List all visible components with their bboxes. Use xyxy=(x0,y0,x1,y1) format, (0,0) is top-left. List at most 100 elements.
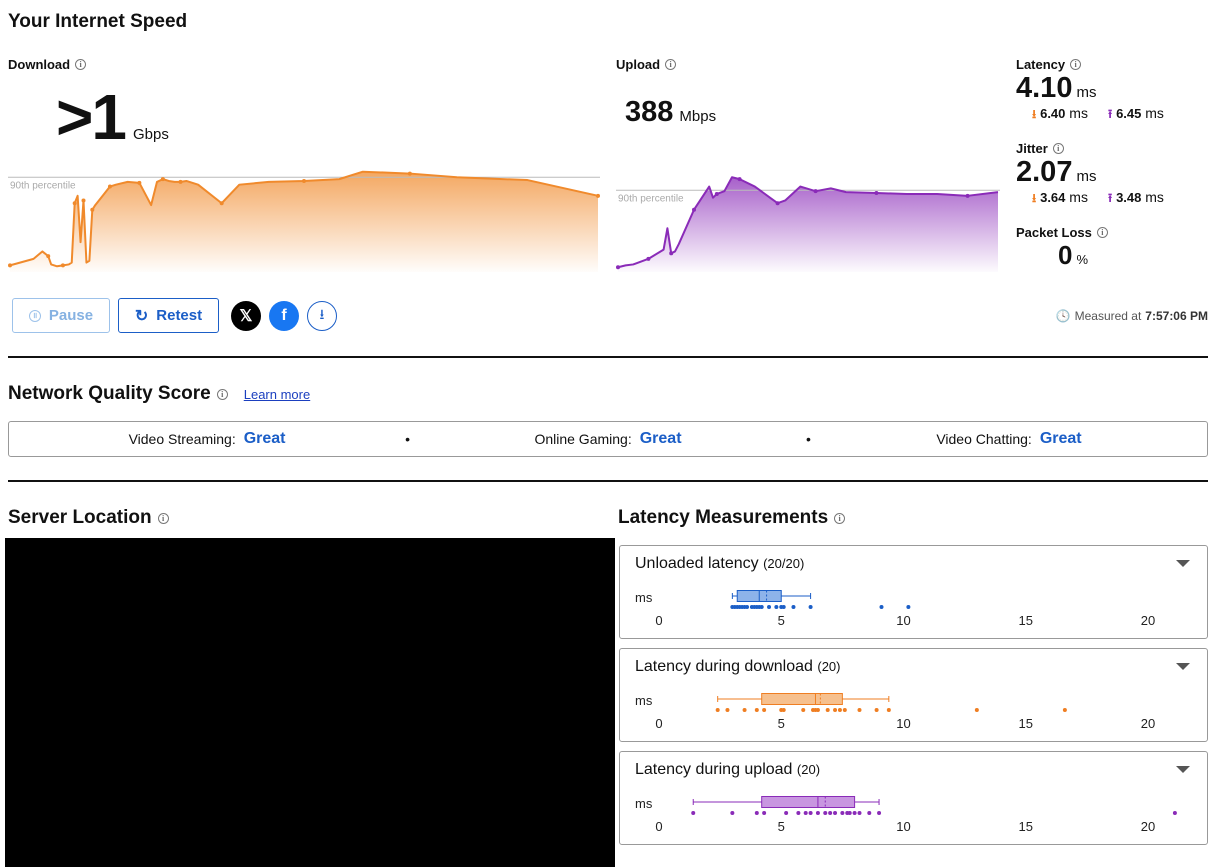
download-results-icon[interactable]: ⭳ xyxy=(307,301,337,331)
data-point xyxy=(1062,708,1067,712)
percentile-label: 90th percentile xyxy=(618,193,684,204)
latency-card-upload[interactable]: Latency during upload (20) ms 0 5 10 15 20 xyxy=(619,751,1208,845)
nqs-label: Video Chatting: xyxy=(936,431,1032,447)
data-point xyxy=(302,178,306,183)
data-point xyxy=(808,811,813,815)
data-point xyxy=(762,811,767,815)
data-point xyxy=(813,189,818,194)
download-arrow-icon: ⭳ xyxy=(1032,191,1037,205)
info-icon[interactable]: i xyxy=(1070,59,1082,70)
jitter-value-row: 2.07 ms xyxy=(1016,156,1164,189)
data-point xyxy=(754,708,759,712)
nqs-score: Great xyxy=(243,430,286,447)
latency-up-unit: ms xyxy=(1145,105,1164,121)
data-point xyxy=(407,171,412,176)
page-title: Your Internet Speed xyxy=(8,11,188,32)
server-location-title: Server Location xyxy=(8,507,152,528)
info-icon[interactable]: i xyxy=(665,59,677,70)
data-point xyxy=(775,201,780,206)
data-point xyxy=(46,254,51,259)
jitter-down: ⭳ 3.64 ms xyxy=(1032,189,1088,210)
nqs-label: Video Streaming: xyxy=(128,431,236,447)
learn-more-link[interactable]: Learn more xyxy=(244,387,310,402)
tick-label: 10 xyxy=(896,716,910,731)
tick-label: 20 xyxy=(1141,716,1155,731)
upload-label: Upload xyxy=(616,57,661,72)
data-point xyxy=(725,708,730,712)
server-location-heading: Server Location i xyxy=(8,507,169,529)
measured-at: 🕓 Measured at 7:57:06 PM xyxy=(1056,309,1208,323)
data-point xyxy=(1172,811,1177,815)
info-icon[interactable]: i xyxy=(1096,227,1108,238)
data-point xyxy=(857,811,862,815)
packet-loss-value-row: 0 % xyxy=(1058,240,1108,271)
data-point xyxy=(754,811,759,815)
divider xyxy=(8,480,1208,482)
data-point xyxy=(828,811,833,815)
data-point xyxy=(714,191,719,196)
data-point xyxy=(837,708,842,712)
data-point xyxy=(60,263,65,268)
server-map[interactable] xyxy=(5,538,615,867)
boxplot: 0 5 10 15 20 xyxy=(655,590,1155,628)
data-point xyxy=(137,180,142,185)
retest-label: Retest xyxy=(156,307,203,324)
jitter-label-row: Jitter i xyxy=(1016,141,1164,156)
data-point xyxy=(596,193,600,198)
tick-label: 15 xyxy=(1019,613,1033,628)
latency-measurements-heading: Latency Measurements i xyxy=(618,507,846,529)
latency-value-row: 4.10 ms xyxy=(1016,72,1164,105)
measured-time: 7:57:06 PM xyxy=(1145,309,1208,323)
data-point xyxy=(874,708,879,712)
upload-value-row: 388 Mbps xyxy=(625,96,716,129)
tick-label: 20 xyxy=(1141,613,1155,628)
info-icon[interactable]: i xyxy=(157,512,169,524)
tick-label: 0 xyxy=(655,819,662,834)
data-point xyxy=(178,179,183,184)
data-point xyxy=(219,201,224,206)
latency-card-download[interactable]: Latency during download (20) ms 0 5 10 15 20 xyxy=(619,648,1208,742)
refresh-icon: ↻ xyxy=(134,307,149,325)
download-label-row: Download i xyxy=(8,57,87,72)
tick-label: 10 xyxy=(896,613,910,628)
latency-down-unit: ms xyxy=(1069,105,1088,121)
latency-value: 4.10 xyxy=(1016,72,1073,104)
retest-button[interactable]: ↻ Retest xyxy=(118,298,219,333)
nqs-label: Online Gaming: xyxy=(534,431,632,447)
data-point xyxy=(742,708,747,712)
data-point xyxy=(737,177,742,182)
info-icon[interactable]: i xyxy=(216,388,228,400)
data-point xyxy=(801,708,806,712)
jitter-up-unit: ms xyxy=(1145,189,1164,205)
data-point xyxy=(815,708,820,712)
tick-label: 15 xyxy=(1019,819,1033,834)
data-point xyxy=(974,708,979,712)
upload-value: 388 xyxy=(625,96,674,128)
iqr-box xyxy=(761,693,843,705)
facebook-share-icon[interactable]: f xyxy=(269,301,299,331)
upload-arrow-icon: ⭱ xyxy=(1107,107,1113,121)
data-point xyxy=(879,605,884,609)
latency-card-unloaded[interactable]: Unloaded latency (20/20) ms 0 5 10 15 20 xyxy=(619,545,1208,639)
data-point xyxy=(906,605,911,609)
download-unit: Gbps xyxy=(132,126,169,143)
data-point xyxy=(965,193,970,198)
info-icon[interactable]: i xyxy=(834,512,846,524)
packet-loss-unit: % xyxy=(1076,252,1089,267)
data-point xyxy=(857,708,862,712)
measured-prefix: Measured at xyxy=(1074,309,1142,323)
pause-button[interactable]: ॥ Pause xyxy=(12,298,110,333)
boxplot: 0 5 10 15 20 xyxy=(655,796,1177,834)
x-share-icon[interactable]: 𝕏 xyxy=(231,301,261,331)
tick-label: 10 xyxy=(896,819,910,834)
tick-label: 5 xyxy=(778,819,785,834)
info-icon[interactable]: i xyxy=(1052,143,1064,154)
data-point xyxy=(842,708,847,712)
data-point xyxy=(840,811,845,815)
area-fill xyxy=(10,171,598,272)
data-point xyxy=(692,207,696,212)
latency-submetrics: ⭳ 6.40 ms ⭱ 6.45 ms xyxy=(1032,105,1164,126)
info-icon[interactable]: i xyxy=(75,59,87,70)
pause-icon: ॥ xyxy=(28,309,41,322)
latency-unit: ms xyxy=(1076,84,1097,101)
